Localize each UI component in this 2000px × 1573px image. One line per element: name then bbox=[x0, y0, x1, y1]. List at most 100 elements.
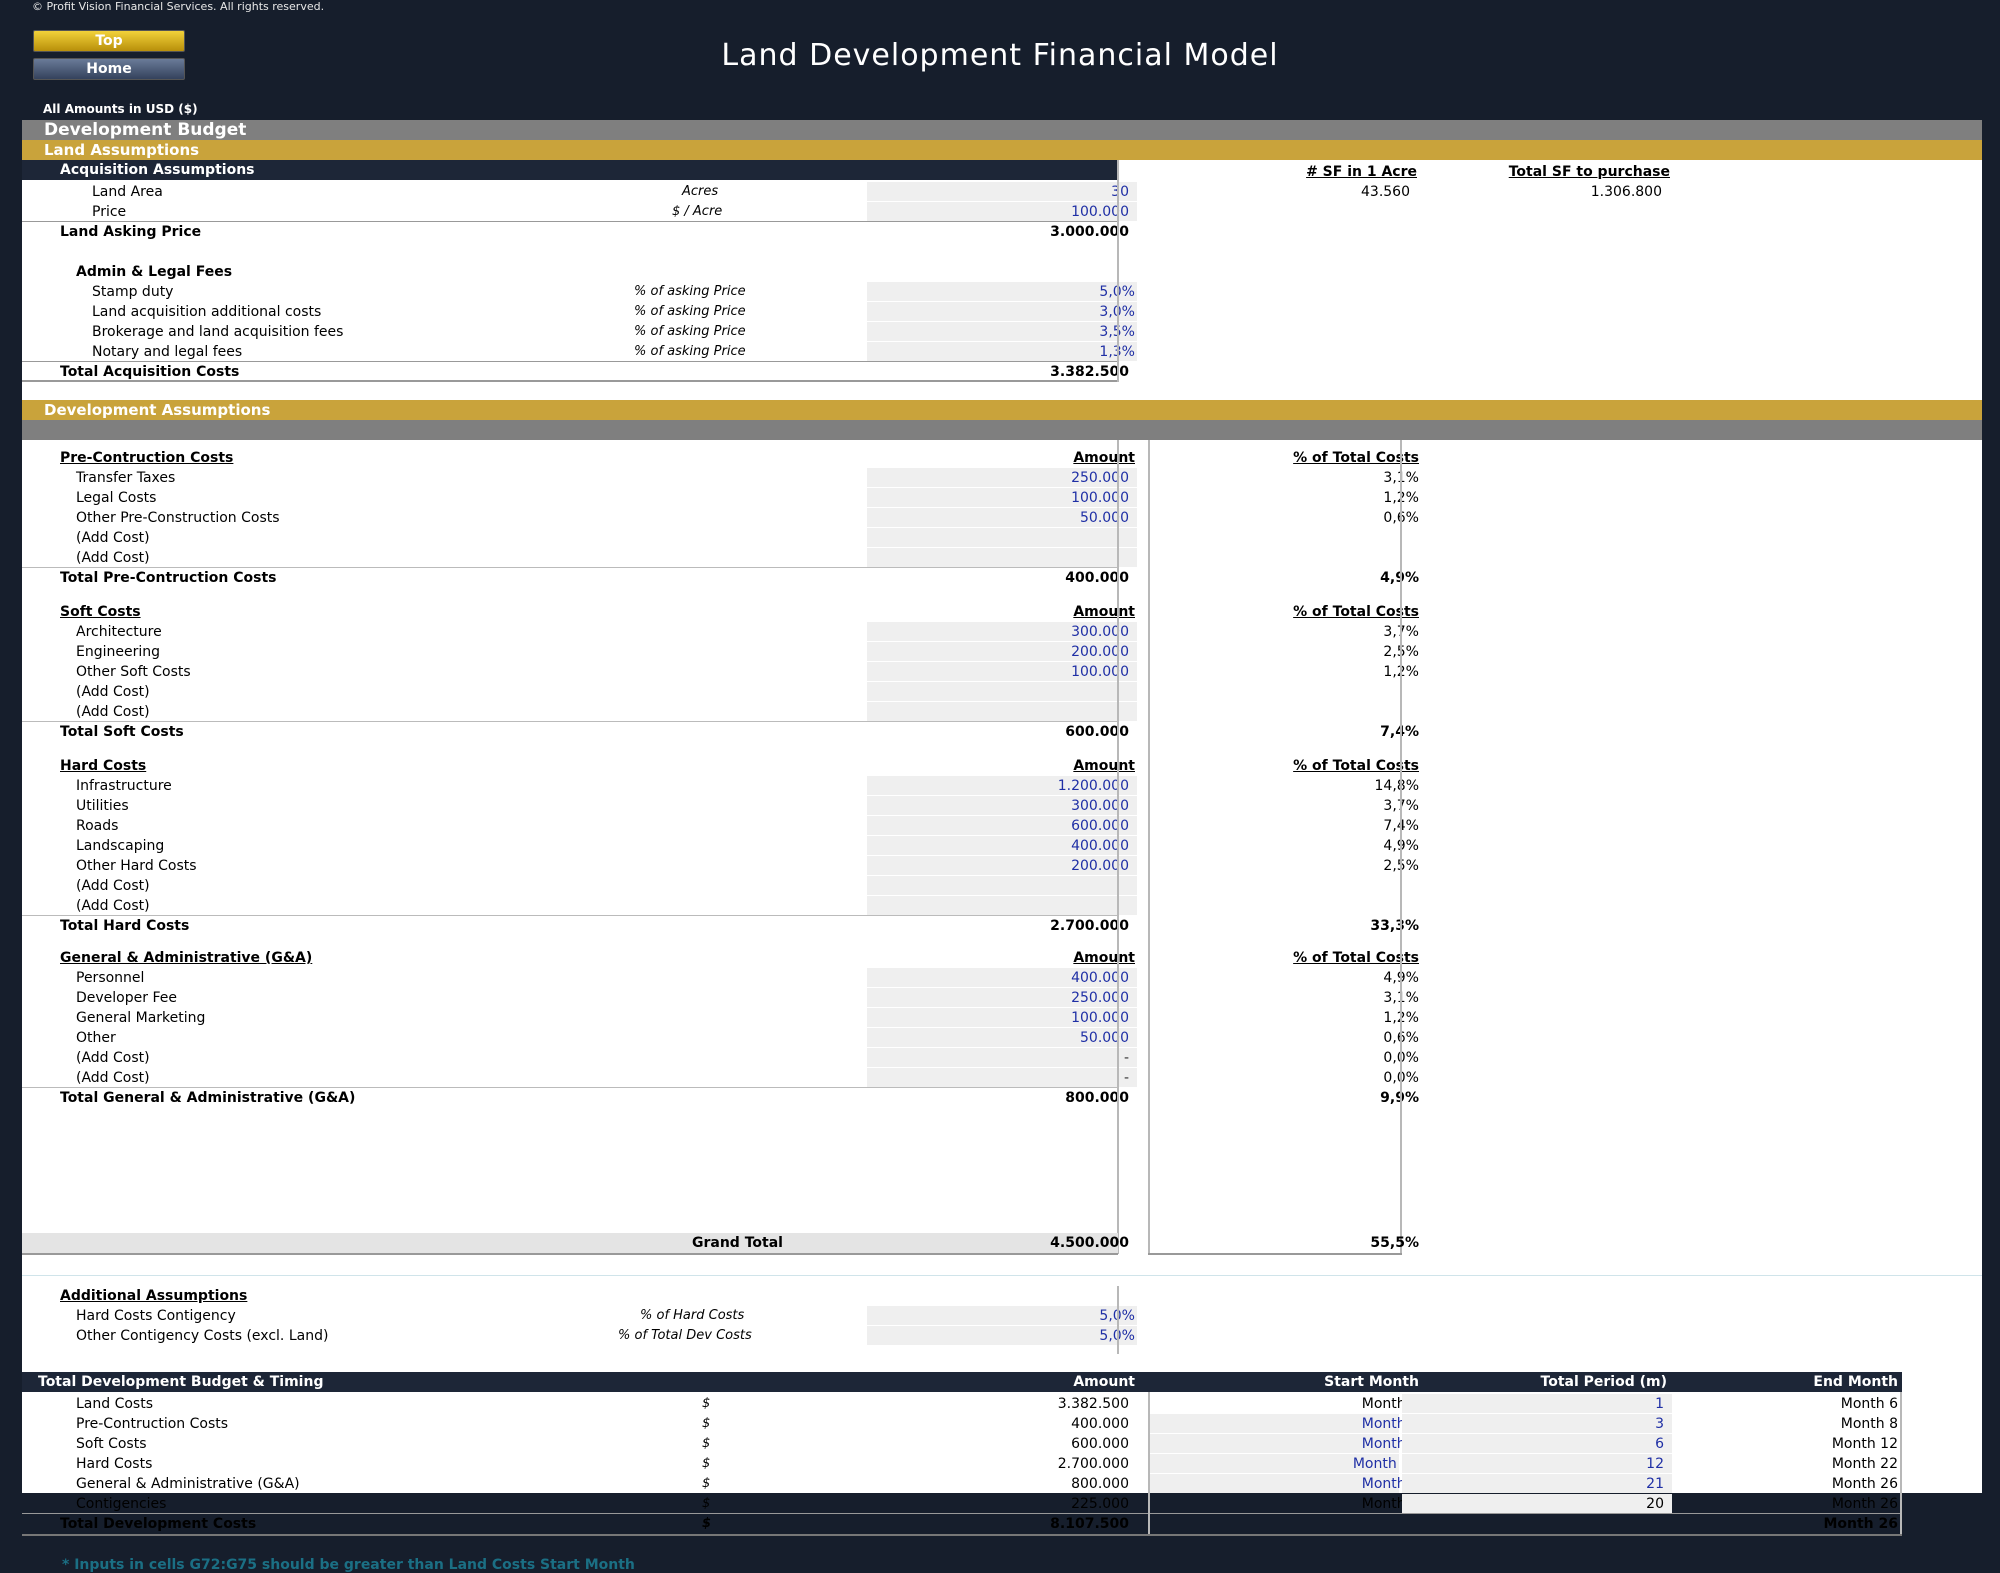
pre-item-pct bbox=[1152, 528, 1419, 548]
soft-item-value[interactable]: 300.000 bbox=[867, 622, 1129, 642]
soft-total-label: Total Soft Costs bbox=[60, 724, 184, 740]
fee-unit: % of asking Price bbox=[634, 304, 746, 319]
timing-row-period[interactable]: 1 bbox=[1402, 1394, 1664, 1414]
timing-row-start: Month 6 bbox=[1361, 1396, 1419, 1412]
footnote: * Inputs in cells G72:G75 should be grea… bbox=[62, 1557, 635, 1573]
soft-item-value[interactable] bbox=[867, 702, 1129, 722]
ga-item-value[interactable]: - bbox=[867, 1048, 1129, 1068]
land-area-value[interactable]: 30 bbox=[867, 182, 1129, 202]
hard-item-value[interactable]: 1.200.000 bbox=[867, 776, 1129, 796]
timing-end-header: End Month bbox=[1813, 1374, 1898, 1390]
pre-item-value[interactable]: 50.000 bbox=[867, 508, 1129, 528]
fee-label: Brokerage and land acquisition fees bbox=[92, 324, 344, 340]
hard-amount-header: Amount bbox=[1073, 758, 1135, 774]
timing-row-amount: 800.000 bbox=[1071, 1476, 1129, 1492]
timing-row-start[interactable]: Month 7 bbox=[1152, 1434, 1419, 1454]
hard-item-value[interactable] bbox=[867, 876, 1129, 896]
hard-item-value[interactable]: 300.000 bbox=[867, 796, 1129, 816]
timing-total-label: Total Development Costs bbox=[60, 1516, 257, 1532]
timing-row-period[interactable]: 21 bbox=[1402, 1474, 1664, 1494]
additional-item-value[interactable]: 5,0% bbox=[867, 1306, 1135, 1326]
fee-value[interactable]: 1,3% bbox=[867, 342, 1135, 362]
column-border bbox=[1900, 1392, 1902, 1534]
pre-total-pct: 4,9% bbox=[1152, 568, 1419, 588]
timing-row-start[interactable]: Month 11 bbox=[1152, 1454, 1419, 1474]
additional-item-unit: % of Total Dev Costs bbox=[618, 1328, 752, 1343]
ga-item-value[interactable]: 100.000 bbox=[867, 1008, 1129, 1028]
pre-item-value[interactable] bbox=[867, 548, 1129, 568]
column-border bbox=[1117, 160, 1119, 382]
additional-item-value[interactable]: 5,0% bbox=[867, 1326, 1135, 1346]
total-acquisition-label: Total Acquisition Costs bbox=[60, 364, 240, 380]
timing-row-label: Pre-Contruction Costs bbox=[76, 1416, 229, 1432]
timing-row-amount: 400.000 bbox=[1071, 1416, 1129, 1432]
fee-value[interactable]: 5,0% bbox=[867, 282, 1135, 302]
additional-item-unit: % of Hard Costs bbox=[640, 1308, 745, 1323]
timing-row-period[interactable]: 3 bbox=[1402, 1414, 1664, 1434]
pre-item-label: (Add Cost) bbox=[76, 550, 150, 566]
pre-item-value[interactable] bbox=[867, 528, 1129, 548]
soft-item-pct: 3,7% bbox=[1152, 622, 1419, 642]
timing-row-amount: 2.700.000 bbox=[1057, 1456, 1129, 1472]
timing-row-start[interactable]: Month 6 bbox=[1152, 1414, 1419, 1434]
ga-item-label: Other bbox=[76, 1030, 116, 1046]
land-area-unit: Acres bbox=[682, 184, 719, 199]
timing-period-header: Total Period (m) bbox=[1540, 1374, 1667, 1390]
total-sf-header: Total SF to purchase bbox=[1508, 164, 1670, 180]
ga-item-value[interactable]: - bbox=[867, 1068, 1129, 1088]
timing-row-start[interactable]: Month 6 bbox=[1152, 1474, 1419, 1494]
pre-item-value[interactable]: 100.000 bbox=[867, 488, 1129, 508]
price-label: Price bbox=[92, 204, 127, 220]
divider bbox=[22, 1253, 1118, 1255]
land-assumptions-band: Land Assumptions bbox=[22, 140, 1982, 160]
timing-row-end: Month 6 bbox=[1840, 1396, 1898, 1412]
fee-label: Land acquisition additional costs bbox=[92, 304, 322, 320]
fee-unit: % of asking Price bbox=[634, 284, 746, 299]
hard-item-pct: 2,5% bbox=[1152, 856, 1419, 876]
timing-row-amount: 3.382.500 bbox=[1057, 1396, 1129, 1412]
pre-item-pct: 1,2% bbox=[1152, 488, 1419, 508]
hard-item-value[interactable]: 200.000 bbox=[867, 856, 1129, 876]
currency-label: All Amounts in USD ($) bbox=[43, 102, 198, 116]
soft-item-value[interactable]: 100.000 bbox=[867, 662, 1129, 682]
soft-item-label: (Add Cost) bbox=[76, 684, 150, 700]
pre-total-label: Total Pre-Contruction Costs bbox=[60, 570, 277, 586]
land-asking-price-label: Land Asking Price bbox=[60, 224, 202, 240]
acquisition-header-bar: Acquisition Assumptions bbox=[22, 160, 1118, 180]
land-area-label: Land Area bbox=[92, 184, 163, 200]
pre-total-value: 400.000 bbox=[1065, 570, 1129, 586]
timing-row-currency: $ bbox=[702, 1436, 711, 1451]
ga-item-value[interactable]: 50.000 bbox=[867, 1028, 1129, 1048]
ga-item-pct: 0,6% bbox=[1152, 1028, 1419, 1048]
ga-item-value[interactable]: 250.000 bbox=[867, 988, 1129, 1008]
sf-per-acre-header: # SF in 1 Acre bbox=[1306, 164, 1417, 180]
pre-item-value[interactable]: 250.000 bbox=[867, 468, 1129, 488]
soft-item-label: (Add Cost) bbox=[76, 704, 150, 720]
hard-item-value[interactable] bbox=[867, 896, 1129, 916]
soft-item-value[interactable]: 200.000 bbox=[867, 642, 1129, 662]
price-value[interactable]: 100.000 bbox=[867, 202, 1129, 222]
timing-total-amount: 8.107.500 bbox=[1050, 1516, 1129, 1532]
timing-row-period[interactable]: 20 bbox=[1402, 1494, 1664, 1514]
hard-item-pct bbox=[1152, 896, 1419, 916]
hard-item-label: Utilities bbox=[76, 798, 129, 814]
column-border bbox=[1148, 440, 1150, 1254]
divider bbox=[22, 380, 1118, 382]
hard-item-label: (Add Cost) bbox=[76, 898, 150, 914]
timing-row-label: General & Administrative (G&A) bbox=[76, 1476, 300, 1492]
ga-item-pct: 0,0% bbox=[1152, 1068, 1419, 1088]
timing-row-period[interactable]: 12 bbox=[1402, 1454, 1664, 1474]
dev-budget-band: Development Budget bbox=[22, 120, 1982, 140]
hard-total-label: Total Hard Costs bbox=[60, 918, 190, 934]
soft-item-value[interactable] bbox=[867, 682, 1129, 702]
timing-row-label: Soft Costs bbox=[76, 1436, 147, 1452]
fee-value[interactable]: 3,0% bbox=[867, 302, 1135, 322]
pre-item-label: (Add Cost) bbox=[76, 530, 150, 546]
ga-item-value[interactable]: 400.000 bbox=[867, 968, 1129, 988]
soft-item-pct bbox=[1152, 682, 1419, 702]
hard-item-value[interactable]: 400.000 bbox=[867, 836, 1129, 856]
timing-row-period[interactable]: 6 bbox=[1402, 1434, 1664, 1454]
hard-item-value[interactable]: 600.000 bbox=[867, 816, 1129, 836]
fee-value[interactable]: 3,5% bbox=[867, 322, 1135, 342]
land-asking-price-value: 3.000.000 bbox=[1050, 224, 1129, 240]
